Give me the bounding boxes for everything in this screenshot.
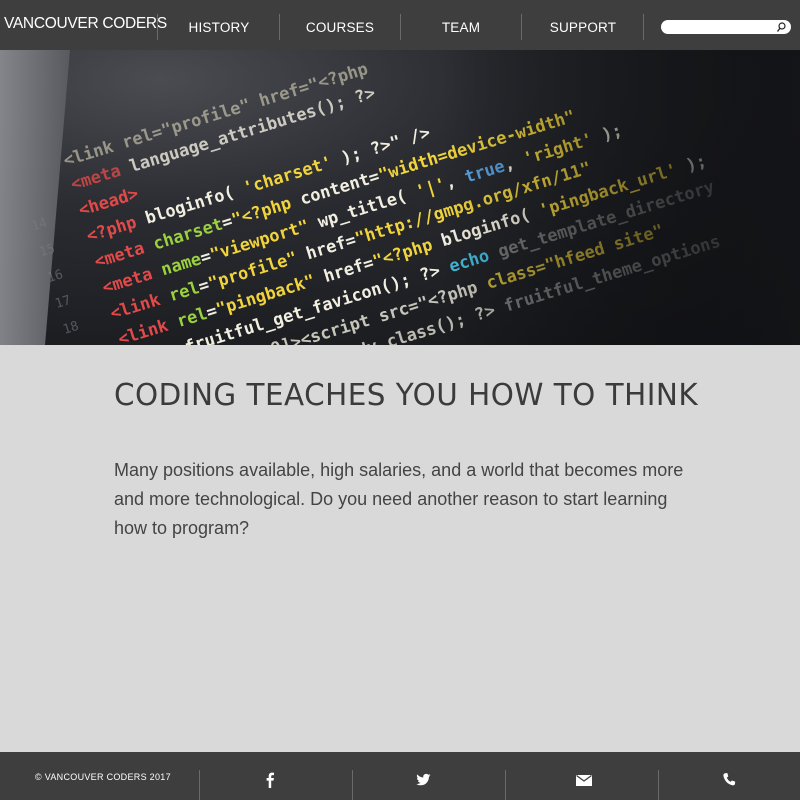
facebook-icon[interactable] [260, 770, 280, 790]
page-headline: CODING TEACHES YOU HOW TO THINK [114, 378, 699, 413]
nav-divider [157, 14, 158, 40]
search-icon[interactable] [775, 21, 787, 33]
search-input[interactable] [669, 21, 773, 33]
nav-divider [521, 14, 522, 40]
intro-paragraph: Many positions available, high salaries,… [114, 460, 684, 538]
footer-divider [505, 770, 506, 800]
nav-item-courses[interactable]: COURSES [280, 20, 400, 35]
top-navbar: VANCOUVER CODERS HISTORY COURSES TEAM SU… [0, 0, 800, 50]
footer-divider [658, 770, 659, 800]
nav-divider [643, 14, 644, 40]
footer: © VANCOUVER CODERS 2017 [0, 752, 800, 800]
nav-item-support[interactable]: SUPPORT [523, 20, 643, 35]
phone-icon[interactable] [719, 770, 739, 790]
code-editor-photo: <link rel="profile" href="<?php <meta la… [0, 50, 800, 345]
nav-item-history[interactable]: HISTORY [159, 20, 279, 35]
search-box[interactable] [661, 20, 791, 34]
twitter-icon[interactable] [413, 770, 433, 790]
brand-logo[interactable]: VANCOUVER CODERS [4, 15, 167, 33]
hero-code-image: <link rel="profile" href="<?php <meta la… [0, 50, 800, 345]
copyright-text: © VANCOUVER CODERS 2017 [35, 772, 171, 782]
nav-item-team[interactable]: TEAM [401, 20, 521, 35]
email-icon[interactable] [574, 770, 594, 790]
footer-divider [352, 770, 353, 800]
footer-divider [199, 770, 200, 800]
